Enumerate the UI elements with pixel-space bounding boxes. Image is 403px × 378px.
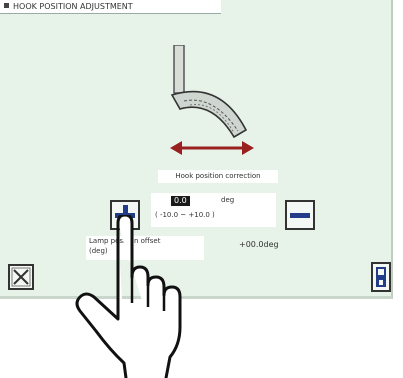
arrow-left-head <box>170 141 182 155</box>
screen-title: HOOK POSITION ADJUSTMENT <box>13 2 133 11</box>
arrow-right-head <box>242 141 254 155</box>
needle-bar-shape <box>173 45 185 94</box>
hook-correction-label: Hook position correction <box>158 170 278 183</box>
decrease-button[interactable] <box>285 200 315 230</box>
current-value: 0.0 <box>171 196 190 206</box>
minus-icon <box>290 212 310 218</box>
pointing-hand-icon <box>75 215 182 378</box>
title-bullet-icon <box>4 3 9 8</box>
close-icon <box>11 267 31 287</box>
screen-title-bar: HOOK POSITION ADJUSTMENT <box>0 0 221 14</box>
hook-illustration <box>170 45 254 155</box>
save-icon <box>376 267 386 287</box>
close-button[interactable] <box>8 264 34 290</box>
offset-value: +00.0deg <box>239 240 279 249</box>
value-unit: deg <box>221 196 235 204</box>
save-button[interactable] <box>371 262 391 292</box>
hook-body-shape <box>170 90 248 139</box>
